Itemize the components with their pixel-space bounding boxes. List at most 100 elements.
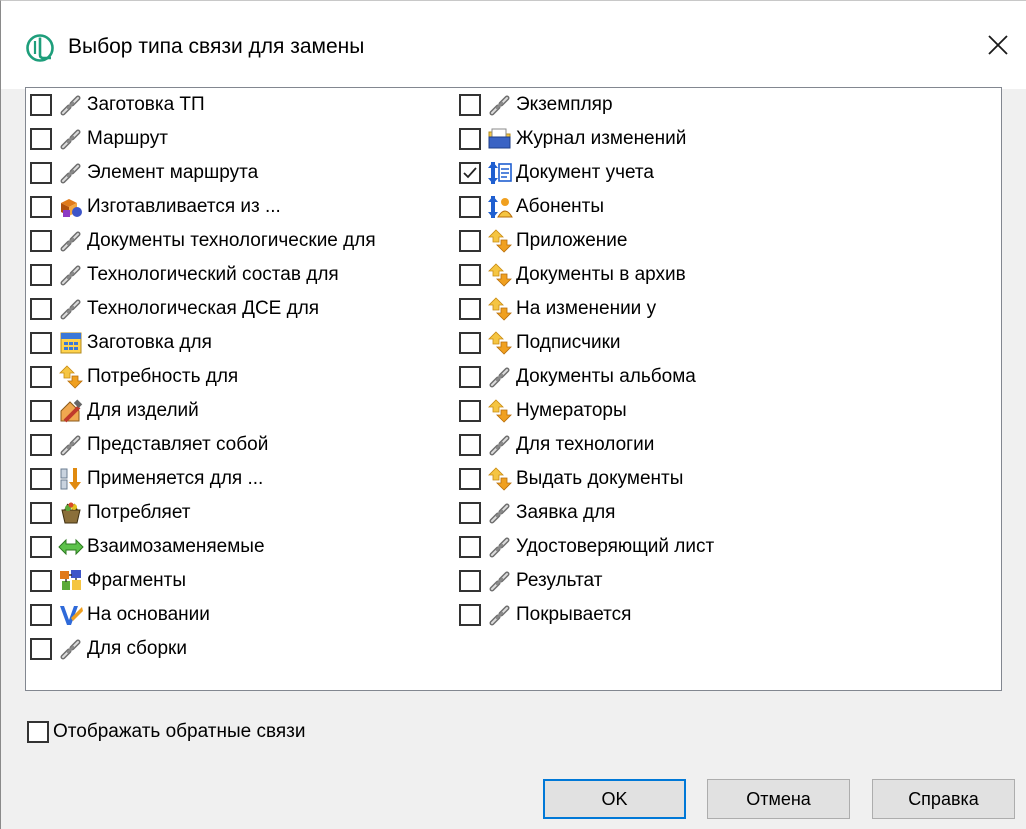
list-item-label: Для изделий [87,400,199,421]
list-item-checkbox[interactable] [459,94,481,116]
list-item-checkbox[interactable] [459,604,481,626]
list-item-checkbox[interactable] [459,298,481,320]
document-accounting-icon [485,158,515,188]
list-item-checkbox[interactable] [459,468,481,490]
fragments-icon [56,566,86,596]
list-item-checkbox[interactable] [30,94,52,116]
list-item-checkbox[interactable] [459,332,481,354]
list-item[interactable]: Абоненты [459,190,714,224]
checkmark-icon [463,167,477,179]
list-item-checkbox[interactable] [30,604,52,626]
list-item-checkbox[interactable] [30,332,52,354]
list-item-checkbox[interactable] [459,536,481,558]
list-item[interactable]: Документы альбома [459,360,714,394]
list-item-checkbox[interactable] [30,434,52,456]
list-item[interactable]: Элемент маршрута [30,156,376,190]
subscribers-icon [485,192,515,222]
list-item-label: Представляет собой [87,434,269,455]
list-item-checkbox[interactable] [459,570,481,592]
list-item[interactable]: Технологическая ДСЕ для [30,292,376,326]
app-logo-icon [25,33,55,63]
chain-link-icon [56,294,86,324]
list-item-checkbox[interactable] [459,128,481,150]
list-item[interactable]: На основании [30,598,376,632]
list-item[interactable]: Выдать документы [459,462,714,496]
list-item[interactable]: Документ учета [459,156,714,190]
list-item-checkbox[interactable] [30,230,52,252]
list-item[interactable]: Маршрут [30,122,376,156]
chain-link-icon [485,532,515,562]
ok-button[interactable]: OK [543,779,686,819]
chain-link-icon [485,362,515,392]
list-item[interactable]: Для изделий [30,394,376,428]
list-item[interactable]: Применяется для ... [30,462,376,496]
list-item-label: Потребность для [87,366,239,387]
list-item-checkbox[interactable] [30,502,52,524]
list-item[interactable]: Представляет собой [30,428,376,462]
list-item-checkbox[interactable] [30,536,52,558]
chain-link-icon [485,566,515,596]
list-item[interactable]: Результат [459,564,714,598]
close-icon [988,35,1008,55]
list-item-label: Результат [516,570,603,591]
list-item-checkbox[interactable] [30,264,52,286]
list-item[interactable]: Взаимозаменяемые [30,530,376,564]
list-item[interactable]: Заявка для [459,496,714,530]
list-item-checkbox[interactable] [459,400,481,422]
list-item[interactable]: Заготовка для [30,326,376,360]
list-item-checkbox[interactable] [459,264,481,286]
list-item-checkbox[interactable] [459,366,481,388]
list-item-checkbox[interactable] [459,162,481,184]
list-item-checkbox[interactable] [30,366,52,388]
chain-link-icon [56,260,86,290]
list-item-checkbox[interactable] [459,230,481,252]
list-item-checkbox[interactable] [30,400,52,422]
list-item-checkbox[interactable] [30,638,52,660]
list-item-label: Приложение [516,230,628,251]
list-item-checkbox[interactable] [30,196,52,218]
chain-link-icon [56,226,86,256]
list-item[interactable]: Приложение [459,224,714,258]
list-item[interactable]: Покрывается [459,598,714,632]
show-reverse-option[interactable]: Отображать обратные связи [27,720,305,744]
yellow-arrows-icon [485,294,515,324]
list-item-label: Применяется для ... [87,468,264,489]
list-item-checkbox[interactable] [30,298,52,320]
chain-link-icon [485,498,515,528]
list-item-checkbox[interactable] [30,570,52,592]
list-item[interactable]: Потребляет [30,496,376,530]
show-reverse-label: Отображать обратные связи [53,721,306,742]
list-item-checkbox[interactable] [30,468,52,490]
cancel-button[interactable]: Отмена [707,779,850,819]
link-type-list[interactable]: Заготовка ТП Маршрут Элемент маршрута Изгот… [25,87,1002,691]
list-item[interactable]: Удостоверяющий лист [459,530,714,564]
list-item[interactable]: Журнал изменений [459,122,714,156]
hammer-house-icon [56,396,86,426]
list-item[interactable]: На изменении у [459,292,714,326]
list-item[interactable]: Потребность для [30,360,376,394]
list-item[interactable]: Подписчики [459,326,714,360]
list-item-checkbox[interactable] [30,162,52,184]
list-item-checkbox[interactable] [30,128,52,150]
list-item[interactable]: Для сборки [30,632,376,666]
blue-document-icon [56,600,86,630]
list-item-checkbox[interactable] [459,196,481,218]
list-item[interactable]: Заготовка ТП [30,88,376,122]
list-item-label: Для сборки [87,638,187,659]
list-item-label: Документ учета [516,162,654,183]
help-button[interactable]: Справка [872,779,1015,819]
list-item[interactable]: Экземпляр [459,88,714,122]
list-item[interactable]: Нумераторы [459,394,714,428]
list-item-label: Подписчики [516,332,621,353]
list-item-checkbox[interactable] [459,502,481,524]
list-item[interactable]: Документы в архив [459,258,714,292]
list-item[interactable]: Фрагменты [30,564,376,598]
calculator-icon [56,328,86,358]
list-item-checkbox[interactable] [459,434,481,456]
list-item[interactable]: Документы технологические для [30,224,376,258]
show-reverse-checkbox[interactable] [27,721,49,743]
list-item[interactable]: Для технологии [459,428,714,462]
list-item[interactable]: Изготавливается из ... [30,190,376,224]
list-item[interactable]: Технологический состав для [30,258,376,292]
close-button[interactable] [970,19,1026,71]
